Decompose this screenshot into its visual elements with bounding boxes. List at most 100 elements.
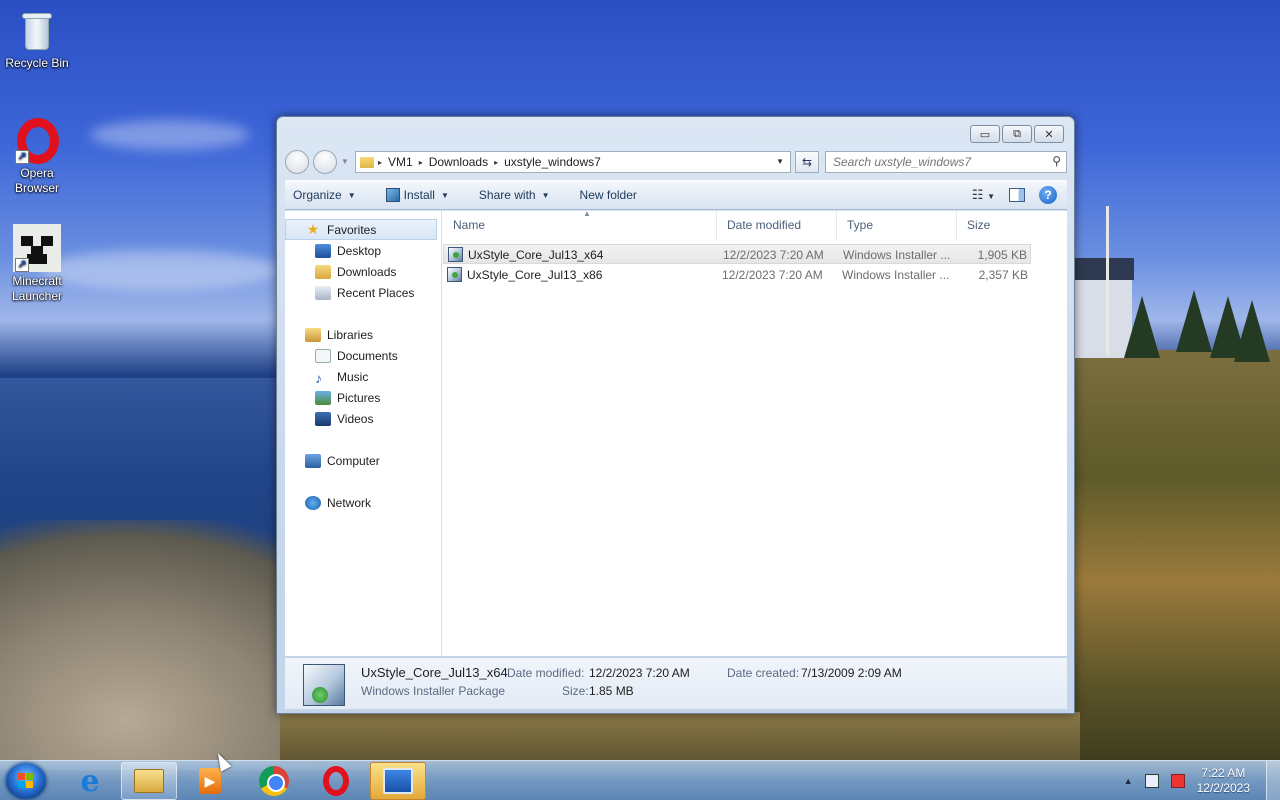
details-date-modified: 12/2/2023 7:20 AM xyxy=(589,666,690,680)
breadcrumb-arrow-icon[interactable]: ▸ xyxy=(494,158,498,167)
column-header-type[interactable]: Type xyxy=(837,211,957,239)
details-file-name: UxStyle_Core_Jul13_x64 xyxy=(361,665,508,680)
media-player-icon: ▶ xyxy=(199,768,221,794)
details-size: 1.85 MB xyxy=(589,684,634,698)
taskbar-chrome[interactable] xyxy=(246,762,302,800)
nav-computer-label: Computer xyxy=(327,453,380,468)
music-icon: ♪ xyxy=(315,369,322,386)
nav-recent-places-label: Recent Places xyxy=(337,285,415,300)
desktop-icon-label: Opera Browser xyxy=(14,166,59,195)
column-header-name-label: Name xyxy=(453,218,486,232)
nav-downloads[interactable]: Downloads xyxy=(285,261,441,282)
install-button[interactable]: Install ▼ xyxy=(385,188,449,202)
taskbar-remote-desktop[interactable] xyxy=(370,762,426,800)
breadcrumb-arrow-icon[interactable]: ▸ xyxy=(378,158,382,167)
desktop-icon-opera[interactable]: ↗ Opera Browser xyxy=(1,116,73,196)
breadcrumb-downloads[interactable]: Downloads xyxy=(429,155,488,169)
file-row[interactable]: UxStyle_Core_Jul13_x64 12/2/2023 7:20 AM… xyxy=(443,244,1031,264)
folder-icon xyxy=(360,156,374,168)
nav-videos-label: Videos xyxy=(337,411,374,426)
file-row[interactable]: UxStyle_Core_Jul13_x86 12/2/2023 7:20 AM… xyxy=(443,265,1031,285)
column-header-date-modified[interactable]: Date modified xyxy=(717,211,837,239)
taskbar-opera[interactable] xyxy=(308,762,364,800)
new-folder-button[interactable]: New folder xyxy=(580,188,637,202)
column-header-size-label: Size xyxy=(967,218,991,232)
nav-documents[interactable]: Documents xyxy=(285,345,441,366)
minimize-button[interactable]: ▭ xyxy=(970,125,1000,143)
network-status-icon[interactable] xyxy=(1144,774,1159,788)
clock[interactable]: 7:22 AM 12/2/2023 xyxy=(1197,766,1250,796)
wallpaper-cloud xyxy=(90,120,250,150)
windows-explorer-icon xyxy=(134,769,164,793)
search-icon[interactable]: ⚲ xyxy=(1052,154,1061,168)
taskbar-media-player[interactable]: ▶ xyxy=(182,762,238,800)
show-desktop-button[interactable] xyxy=(1266,761,1280,800)
close-button[interactable]: ✕ xyxy=(1034,125,1064,143)
address-dropdown-icon[interactable]: ▼ xyxy=(776,157,784,166)
wallpaper-ground xyxy=(280,712,1080,764)
nav-pictures[interactable]: Pictures xyxy=(285,387,441,408)
nav-favorites[interactable]: ★ Favorites xyxy=(285,219,437,240)
nav-videos[interactable]: Videos xyxy=(285,408,441,429)
shortcut-arrow-icon: ↗ xyxy=(15,258,29,272)
volume-muted-icon[interactable] xyxy=(1170,774,1185,788)
desktop-icon-minecraft[interactable]: ↗ Minecraft Launcher xyxy=(1,224,73,304)
help-icon[interactable]: ? xyxy=(1039,186,1057,204)
view-options-icon[interactable]: ☷ ▼ xyxy=(972,187,995,203)
column-header-name[interactable]: ▲ Name xyxy=(443,209,717,239)
refresh-button[interactable]: ⇆ xyxy=(795,151,819,173)
nav-desktop-label: Desktop xyxy=(337,243,382,258)
back-button[interactable] xyxy=(285,150,309,174)
details-date-created: 7/13/2009 2:09 AM xyxy=(801,666,902,680)
content-area: ★ Favorites Desktop Downloads Recent Pla… xyxy=(285,209,1067,656)
file-name: UxStyle_Core_Jul13_x86 xyxy=(467,268,603,282)
share-with-button[interactable]: Share with ▼ xyxy=(479,188,550,202)
breadcrumb-vm1[interactable]: VM1 xyxy=(388,155,413,169)
taskbar-internet-explorer[interactable]: e xyxy=(62,762,118,800)
nav-music-label: Music xyxy=(337,369,369,384)
nav-recent-places[interactable]: Recent Places xyxy=(285,282,441,303)
file-name: UxStyle_Core_Jul13_x64 xyxy=(468,248,604,262)
preview-pane-icon[interactable] xyxy=(1009,188,1025,202)
breadcrumb-uxstyle-windows7[interactable]: uxstyle_windows7 xyxy=(504,155,601,169)
file-date-modified: 12/2/2023 7:20 AM xyxy=(723,248,824,262)
install-label: Install xyxy=(403,188,435,202)
taskbar: e ▶ ▲ 7:22 AM 12/2/2023 xyxy=(0,760,1280,800)
show-hidden-icons-button[interactable]: ▲ xyxy=(1124,776,1133,786)
details-file-type: Windows Installer Package xyxy=(361,684,506,698)
nav-pictures-label: Pictures xyxy=(337,390,381,405)
organize-button[interactable]: Organize ▼ xyxy=(293,188,356,202)
file-type: Windows Installer ... xyxy=(842,268,950,282)
navigation-pane: ★ Favorites Desktop Downloads Recent Pla… xyxy=(285,211,442,656)
search-input[interactable] xyxy=(826,152,1036,172)
file-type: Windows Installer ... xyxy=(843,248,951,262)
search-box[interactable]: ⚲ xyxy=(825,151,1067,173)
file-size: 2,357 KB xyxy=(978,268,1028,282)
documents-icon xyxy=(315,348,331,363)
clock-time: 7:22 AM xyxy=(1201,766,1246,780)
maximize-button[interactable]: ⧉ xyxy=(1002,125,1032,143)
details-size-label: Size: xyxy=(562,684,589,698)
chevron-down-icon: ▼ xyxy=(440,190,449,200)
address-bar[interactable]: ▸ VM1 ▸ Downloads ▸ uxstyle_windows7 ▼ xyxy=(355,151,791,173)
nav-network-label: Network xyxy=(327,495,372,510)
share-with-label: Share with xyxy=(478,188,536,202)
nav-music[interactable]: ♪ Music xyxy=(285,366,441,387)
desktop-icon-label: Minecraft Launcher xyxy=(11,274,63,303)
file-date-modified: 12/2/2023 7:20 AM xyxy=(722,268,823,282)
shortcut-arrow-icon: ↗ xyxy=(15,150,29,164)
breadcrumb-arrow-icon[interactable]: ▸ xyxy=(419,158,423,167)
desktop-icon-recycle-bin[interactable]: Recycle Bin xyxy=(1,6,73,71)
nav-desktop[interactable]: Desktop xyxy=(285,240,441,261)
column-header-size[interactable]: Size xyxy=(957,211,1035,239)
start-button[interactable] xyxy=(6,763,46,799)
chevron-down-icon: ▼ xyxy=(347,190,356,200)
nav-network[interactable]: Network xyxy=(285,492,441,513)
forward-button[interactable] xyxy=(313,150,337,174)
remote-desktop-icon xyxy=(383,768,413,794)
details-pane: UxStyle_Core_Jul13_x64 Windows Installer… xyxy=(285,657,1067,709)
recent-pages-dropdown[interactable]: ▼ xyxy=(341,157,349,166)
taskbar-windows-explorer[interactable] xyxy=(121,762,177,800)
nav-libraries[interactable]: Libraries xyxy=(285,324,441,345)
nav-computer[interactable]: Computer xyxy=(285,450,441,471)
